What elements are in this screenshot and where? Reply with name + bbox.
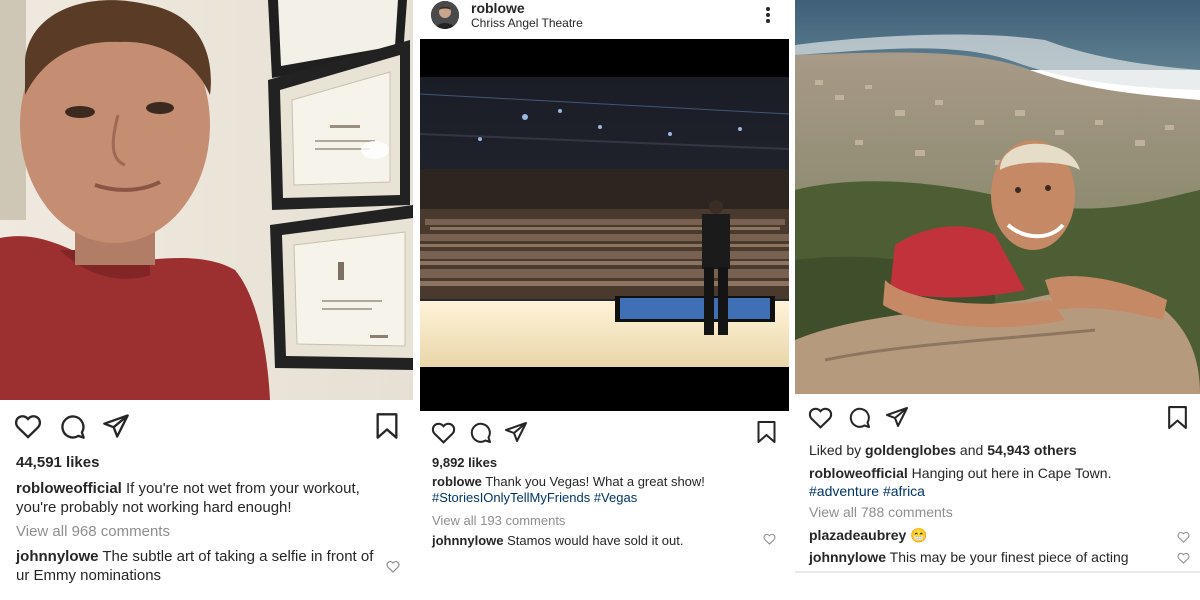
likes-count[interactable]: 9,892 likes: [432, 455, 497, 470]
caption-text: Hanging out here in Cape Town.: [907, 465, 1112, 481]
post-2-header: roblowe Chriss Angel Theatre: [413, 0, 795, 38]
bookmark-icon[interactable]: [756, 420, 777, 449]
liked-by-middle: and: [956, 442, 988, 458]
view-all-comments-link[interactable]: View all 193 comments: [432, 513, 565, 528]
likes-count[interactable]: 44,591 likes: [16, 454, 99, 471]
post-1: 44,591 likes robloweofficial If you're n…: [0, 0, 413, 600]
comment-icon[interactable]: [847, 405, 871, 434]
more-options-icon[interactable]: [763, 4, 773, 26]
cape-town-cliff-image: [795, 0, 1200, 394]
comment-like-heart-icon[interactable]: [386, 560, 400, 578]
caption-hashtags[interactable]: #adventure #africa: [809, 483, 925, 499]
bookmark-icon[interactable]: [1167, 405, 1188, 435]
caption-text: Thank you Vegas! What a great show!: [481, 474, 705, 489]
comment: johnnylowe The subtle art of taking a se…: [16, 548, 376, 586]
caption: roblowe Thank you Vegas! What a great sh…: [432, 474, 782, 507]
comment-username[interactable]: johnnylowe: [432, 533, 504, 548]
post-location[interactable]: Chriss Angel Theatre: [471, 16, 583, 30]
view-all-comments-link[interactable]: View all 788 comments: [809, 504, 953, 520]
caption-username[interactable]: roblowe: [432, 474, 482, 489]
comment-text: 😁: [906, 527, 928, 543]
post-1-actions: [14, 412, 130, 445]
selfie-with-emmy-certificates-image: [0, 0, 413, 400]
post-3-actions: [808, 405, 909, 434]
comment-like-heart-icon[interactable]: [1177, 551, 1190, 569]
post-3: Liked by goldenglobes and 54,943 others …: [795, 0, 1200, 600]
liked-by-prefix: Liked by: [809, 442, 866, 458]
post-username[interactable]: roblowe: [471, 0, 525, 16]
caption-username[interactable]: robloweofficial: [809, 465, 908, 481]
share-icon[interactable]: [102, 412, 130, 445]
comment: johnnylowe This may be your finest piece…: [809, 549, 1169, 567]
comment-like-heart-icon[interactable]: [763, 532, 776, 550]
caption: robloweofficial Hanging out here in Cape…: [809, 465, 1179, 500]
share-icon[interactable]: [504, 420, 528, 449]
post-1-photo[interactable]: [0, 0, 413, 400]
comment: plazadeaubrey 😁: [809, 527, 1169, 545]
comment-icon[interactable]: [58, 412, 86, 445]
avatar[interactable]: [431, 1, 459, 29]
view-all-comments-link[interactable]: View all 968 comments: [16, 523, 170, 540]
caption-hashtags[interactable]: #StoriesIOnlyTellMyFriends #Vegas: [432, 490, 637, 505]
liked-by-count[interactable]: 54,943 others: [987, 442, 1077, 458]
caption-username[interactable]: robloweofficial: [16, 480, 122, 497]
post-2-actions: [431, 420, 528, 449]
comment-icon[interactable]: [468, 420, 492, 449]
post-2-photo[interactable]: [420, 39, 789, 411]
theatre-stage-image: [420, 39, 789, 411]
comment-text: This may be your finest piece of acting: [886, 549, 1129, 565]
comment-like-heart-icon[interactable]: [1177, 530, 1190, 548]
share-icon[interactable]: [885, 405, 909, 434]
post-2: roblowe Chriss Angel Theatre 9,892 likes…: [413, 0, 795, 600]
comment: johnnylowe Stamos would have sold it out…: [432, 533, 762, 549]
heart-icon[interactable]: [808, 406, 833, 434]
comment-username[interactable]: johnnylowe: [16, 548, 99, 565]
heart-icon[interactable]: [14, 413, 42, 444]
comment-username[interactable]: plazadeaubrey: [809, 527, 906, 543]
divider: [795, 571, 1200, 573]
comment-username[interactable]: johnnylowe: [809, 549, 886, 565]
caption: robloweofficial If you're not wet from y…: [16, 480, 396, 518]
heart-icon[interactable]: [431, 421, 456, 449]
bookmark-icon[interactable]: [375, 412, 399, 445]
liked-by-summary[interactable]: Liked by goldenglobes and 54,943 others: [809, 442, 1077, 458]
liked-by-username[interactable]: goldenglobes: [865, 442, 956, 458]
comment-text: Stamos would have sold it out.: [503, 533, 684, 548]
post-3-photo[interactable]: [795, 0, 1200, 394]
